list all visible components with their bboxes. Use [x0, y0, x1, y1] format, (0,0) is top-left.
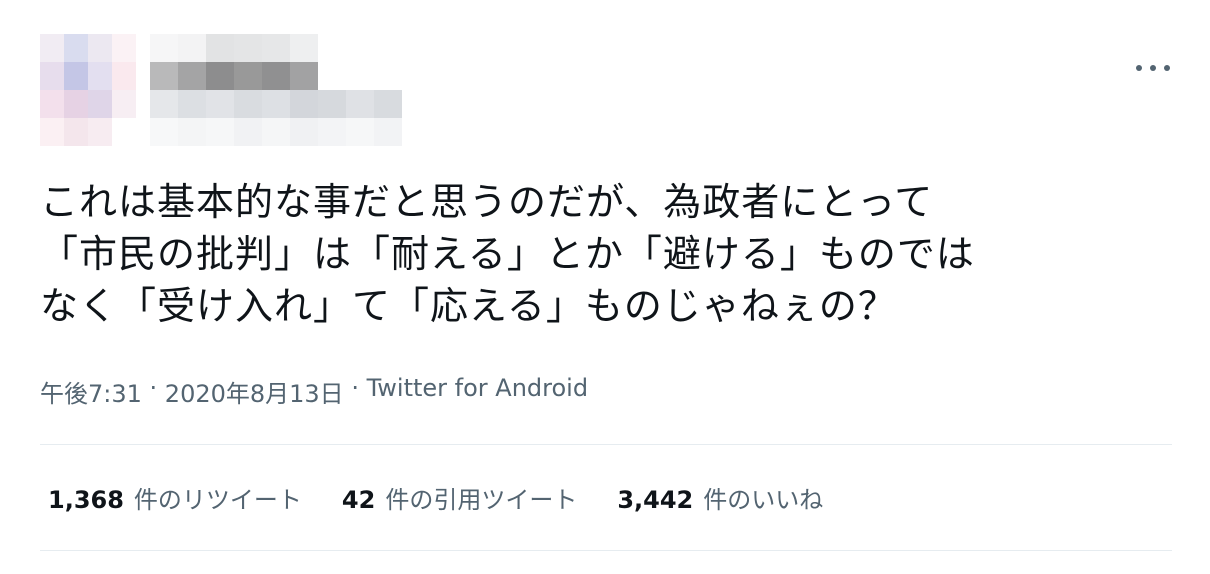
likes-stat[interactable]: 3,442 件のいいね	[617, 480, 823, 515]
tweet-detail: これは基本的な事だと思うのだが、為政者にとって 「市民の批判」は「耐える」とか「…	[0, 0, 1210, 574]
name-mosaic-tile	[178, 118, 206, 146]
name-mosaic-tile	[290, 62, 318, 90]
name-mosaic-tile	[318, 118, 346, 146]
avatar-mosaic-tile	[40, 90, 64, 118]
name-mosaic-tile	[346, 34, 374, 62]
likes-label: 件のいいね	[703, 486, 824, 514]
name-mosaic-tile	[262, 34, 290, 62]
name-mosaic-tile	[234, 90, 262, 118]
divider	[40, 444, 1172, 445]
name-mosaic-tile	[178, 90, 206, 118]
name-mosaic-tile	[290, 34, 318, 62]
avatar-mosaic-tile	[112, 34, 136, 62]
name-mosaic-tile	[262, 118, 290, 146]
name-mosaic-tile	[290, 118, 318, 146]
name-mosaic-tile	[150, 34, 178, 62]
avatar-mosaic-tile	[64, 62, 88, 90]
name-mosaic-tile	[374, 90, 402, 118]
avatar-mosaic-tile	[88, 118, 112, 146]
divider	[40, 550, 1172, 551]
name-mosaic-tile	[374, 118, 402, 146]
avatar-mosaic-tile	[64, 118, 88, 146]
more-options-icon[interactable]	[1136, 56, 1170, 80]
name-mosaic-tile	[206, 34, 234, 62]
name-mosaic-tile	[150, 62, 178, 90]
name-mosaic-tile	[206, 62, 234, 90]
name-mosaic-tile	[318, 90, 346, 118]
tweet-text: これは基本的な事だと思うのだが、為政者にとって 「市民の批判」は「耐える」とか「…	[40, 180, 975, 328]
tweet-stats: 1,368 件のリツイート 42 件の引用ツイート 3,442 件のいいね	[48, 480, 823, 515]
avatar-mosaic-tile	[40, 118, 64, 146]
name-mosaic-tile	[290, 90, 318, 118]
name-mosaic-tile	[178, 62, 206, 90]
meta-separator: ·	[141, 374, 165, 402]
likes-count: 3,442	[617, 486, 694, 514]
name-mosaic-tile	[346, 118, 374, 146]
name-mosaic-tile	[206, 90, 234, 118]
avatar-mosaic-tile	[88, 90, 112, 118]
name-mosaic-tile	[346, 90, 374, 118]
tweet-source-link[interactable]: Twitter for Android	[367, 374, 588, 409]
retweets-count: 1,368	[48, 486, 124, 514]
avatar-mosaic-tile	[64, 90, 88, 118]
dot	[1150, 65, 1156, 71]
meta-separator: ·	[343, 374, 367, 402]
name-mosaic-tile	[178, 34, 206, 62]
name-mosaic-tile	[234, 118, 262, 146]
avatar-mosaic-tile	[112, 118, 136, 146]
avatar-mosaic-tile	[40, 62, 64, 90]
dot	[1136, 65, 1142, 71]
name-mosaic-tile	[234, 34, 262, 62]
name-mosaic-tile	[346, 62, 374, 90]
name-mosaic-tile	[318, 62, 346, 90]
name-mosaic-tile	[234, 62, 262, 90]
avatar-mosaic-tile	[64, 34, 88, 62]
avatar-mosaic-tile	[88, 34, 112, 62]
quotes-label: 件の引用ツイート	[385, 486, 578, 514]
dot	[1164, 65, 1170, 71]
avatar-mosaic-tile	[88, 62, 112, 90]
retweets-stat[interactable]: 1,368 件のリツイート	[48, 480, 302, 515]
name-mosaic-tile	[150, 90, 178, 118]
name-mosaic-tile	[262, 62, 290, 90]
name-mosaic-tile	[262, 90, 290, 118]
avatar[interactable]	[40, 34, 136, 146]
retweets-label: 件のリツイート	[133, 486, 302, 514]
author-name-redacted[interactable]	[150, 34, 410, 146]
avatar-mosaic-tile	[112, 90, 136, 118]
name-mosaic-tile	[206, 118, 234, 146]
quotes-count: 42	[341, 486, 376, 514]
avatar-mosaic-tile	[40, 34, 64, 62]
tweet-time-link[interactable]: 午後7:31	[40, 374, 142, 409]
name-mosaic-tile	[374, 34, 402, 62]
tweet-meta: 午後7:31 · 2020年8月13日 · Twitter for Androi…	[40, 374, 588, 409]
name-mosaic-tile	[150, 118, 178, 146]
tweet-date-link[interactable]: 2020年8月13日	[165, 374, 344, 409]
name-mosaic-tile	[318, 34, 346, 62]
name-mosaic-tile	[374, 62, 402, 90]
quotes-stat[interactable]: 42 件の引用ツイート	[342, 480, 577, 515]
avatar-mosaic-tile	[112, 62, 136, 90]
